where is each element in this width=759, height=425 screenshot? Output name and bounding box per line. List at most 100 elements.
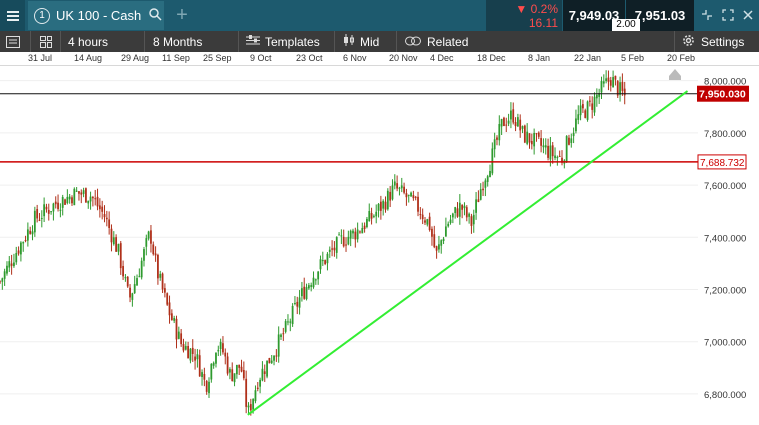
search-icon[interactable] bbox=[149, 7, 162, 24]
candle-body bbox=[242, 369, 245, 379]
candle-body bbox=[523, 125, 526, 143]
candle-body bbox=[407, 194, 410, 196]
candle-body bbox=[89, 196, 92, 202]
price-type-label: Mid bbox=[360, 34, 380, 49]
templates-label: Templates bbox=[265, 34, 320, 49]
candle-body bbox=[78, 191, 80, 194]
instrument-number-badge: 1 bbox=[34, 7, 50, 24]
candle-body bbox=[382, 200, 385, 209]
candle-body bbox=[119, 243, 122, 269]
candle-body bbox=[405, 193, 408, 198]
candle-body bbox=[31, 231, 34, 235]
price-type-selector[interactable]: Mid bbox=[334, 31, 403, 52]
candle-body bbox=[510, 110, 512, 120]
candle-body bbox=[231, 369, 234, 381]
candle-body bbox=[505, 124, 508, 126]
candle-body bbox=[489, 170, 491, 178]
templates-button[interactable]: Templates bbox=[238, 31, 340, 52]
candle-body bbox=[384, 201, 387, 210]
candle-body bbox=[117, 243, 120, 252]
time-label: 6 Nov bbox=[343, 53, 367, 63]
candle-body bbox=[424, 220, 426, 223]
candle-body bbox=[470, 216, 473, 226]
candle-body bbox=[87, 200, 90, 204]
candle-body bbox=[194, 356, 196, 361]
add-tab-icon[interactable]: + bbox=[170, 0, 194, 31]
related-label: Related bbox=[427, 34, 469, 49]
candle-body bbox=[586, 101, 589, 120]
settings-button[interactable]: Settings bbox=[674, 31, 759, 52]
hamburger-menu-icon[interactable] bbox=[0, 0, 25, 31]
close-icon[interactable] bbox=[738, 5, 758, 25]
layout-grid-icon[interactable] bbox=[30, 31, 61, 52]
candle-body bbox=[338, 234, 340, 236]
collapse-icon[interactable] bbox=[697, 5, 717, 25]
candle-body bbox=[619, 82, 621, 95]
time-label: 20 Feb bbox=[667, 53, 696, 63]
candle-body bbox=[584, 110, 587, 118]
instrument-selector[interactable]: 1 UK 100 - Cash bbox=[28, 1, 164, 30]
candle-body bbox=[122, 266, 124, 277]
candle-body bbox=[491, 148, 494, 174]
candle-body bbox=[468, 213, 471, 217]
candle-body bbox=[261, 368, 264, 381]
candle-body bbox=[282, 333, 285, 335]
panel-toggle-icon[interactable] bbox=[6, 31, 20, 52]
candle-body bbox=[556, 157, 559, 159]
candle-body bbox=[335, 237, 338, 253]
current-price-label: 7,950.030 bbox=[699, 89, 746, 101]
candle-body bbox=[85, 188, 87, 203]
candle-body bbox=[229, 369, 231, 373]
candle-body bbox=[412, 195, 415, 199]
candle-body bbox=[33, 210, 36, 233]
candle-body bbox=[263, 371, 266, 375]
candle-body bbox=[375, 211, 378, 217]
candle-body bbox=[438, 244, 440, 250]
range-selector[interactable]: 8 Months bbox=[144, 31, 245, 52]
candle-body bbox=[0, 281, 1, 283]
candle-body bbox=[435, 246, 438, 251]
candle-body bbox=[280, 334, 282, 337]
candle-body bbox=[614, 75, 617, 80]
expand-icon[interactable] bbox=[718, 5, 738, 25]
candle-body bbox=[609, 80, 612, 86]
time-label: 11 Sep bbox=[162, 53, 190, 63]
candle-body bbox=[66, 196, 69, 204]
candle-body bbox=[570, 138, 573, 143]
candle-body bbox=[602, 81, 605, 84]
candle-body bbox=[247, 405, 250, 408]
candle-body bbox=[150, 230, 152, 244]
candle-body bbox=[203, 373, 206, 380]
candle-body bbox=[428, 216, 431, 231]
candle-body bbox=[621, 81, 624, 91]
price-chart[interactable]: 6,800.000 7,000.000 7,200.000 7,400.000 7,60… bbox=[0, 65, 759, 420]
candle-body bbox=[110, 228, 113, 243]
candle-body bbox=[370, 213, 373, 219]
scroll-up-icon bbox=[669, 69, 681, 80]
candle-body bbox=[226, 356, 229, 374]
candle-body bbox=[342, 236, 345, 247]
candle-body bbox=[177, 331, 180, 339]
candle-body bbox=[379, 201, 382, 211]
candle-body bbox=[565, 136, 568, 162]
chart-canvas[interactable]: 6,800.000 7,000.000 7,200.000 7,400.000 7,60… bbox=[0, 65, 759, 420]
related-button[interactable]: Related bbox=[396, 31, 487, 52]
candle-body bbox=[305, 287, 308, 300]
candle-body bbox=[386, 190, 389, 210]
candle-body bbox=[59, 209, 62, 211]
candle-body bbox=[210, 363, 213, 380]
candle-body bbox=[219, 341, 222, 349]
interval-selector[interactable]: 4 hours bbox=[60, 31, 150, 52]
candle-body bbox=[458, 202, 461, 217]
candle-body bbox=[549, 145, 552, 160]
candle-body bbox=[180, 333, 183, 345]
candle-body bbox=[6, 265, 8, 274]
candle-body bbox=[68, 196, 71, 200]
candle-body bbox=[410, 192, 412, 197]
candle-body bbox=[419, 214, 422, 216]
candle-body bbox=[1, 278, 4, 282]
candle-body bbox=[393, 181, 396, 186]
candle-body bbox=[29, 230, 32, 234]
candle-body bbox=[463, 205, 466, 209]
candle-body bbox=[521, 126, 524, 129]
